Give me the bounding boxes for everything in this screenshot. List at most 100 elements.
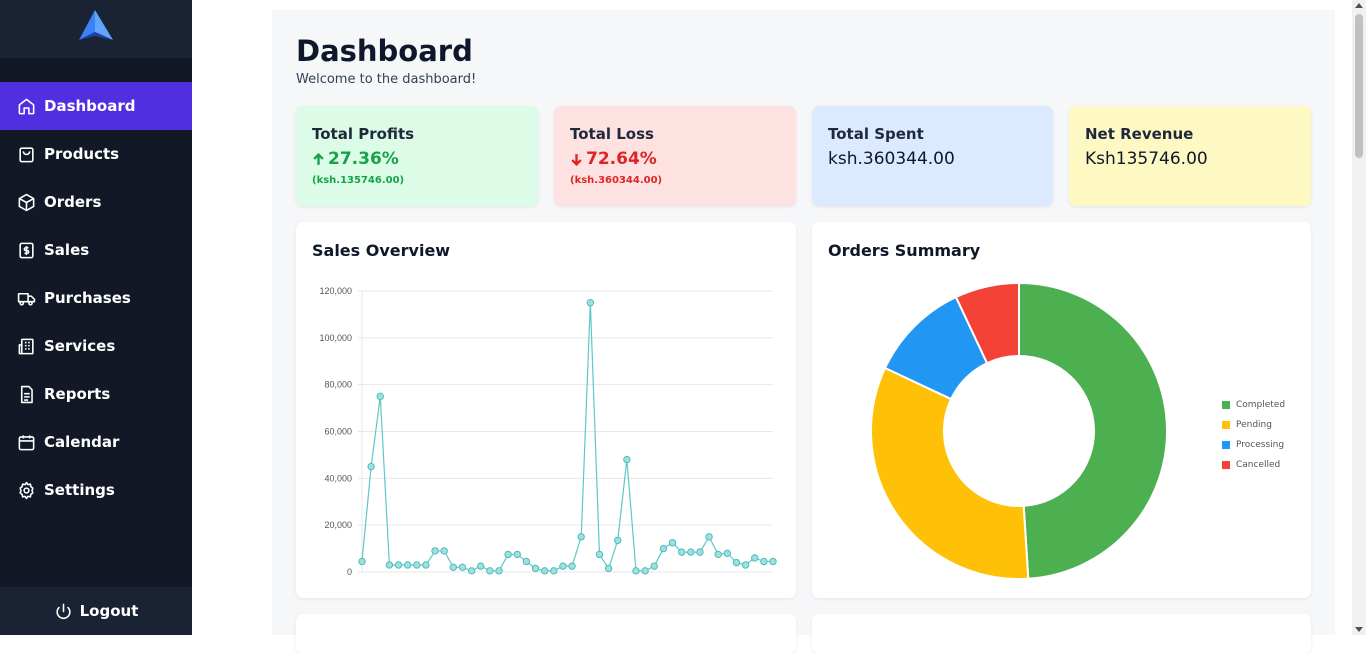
data-point <box>577 533 585 541</box>
bottom-panel-left <box>296 614 796 654</box>
data-point <box>650 562 658 570</box>
data-point <box>559 562 567 570</box>
data-point <box>668 539 677 547</box>
stat-value: Ksh135746.00 <box>1085 149 1208 169</box>
legend-item[interactable]: Cancelled <box>1222 455 1285 475</box>
legend-swatch <box>1222 461 1230 469</box>
legend-swatch <box>1222 421 1230 429</box>
data-point <box>696 548 704 556</box>
data-point <box>723 549 732 557</box>
data-point <box>632 567 640 575</box>
data-point <box>513 550 521 559</box>
data-point <box>677 548 686 556</box>
stat-title: Net Revenue <box>1085 125 1194 143</box>
data-point <box>449 563 458 572</box>
legend-swatch <box>1222 441 1230 449</box>
sidebar: Dashboard Products Orders Sales Purchase… <box>0 0 192 635</box>
legend-item[interactable]: Completed <box>1222 395 1285 415</box>
profit-percent: 27.36% <box>328 149 399 169</box>
sidebar-item-label: Orders <box>44 193 102 211</box>
data-point <box>477 562 485 570</box>
page-scrollbar[interactable] <box>1352 0 1366 635</box>
scroll-up-arrow-icon[interactable] <box>1355 3 1363 8</box>
y-tick-label: 120,000 <box>319 286 352 296</box>
data-point <box>769 557 777 566</box>
building-icon <box>18 338 34 354</box>
data-point <box>732 558 741 567</box>
y-tick-label: 20,000 <box>324 520 352 530</box>
data-point <box>540 567 549 575</box>
arrow-up-icon <box>313 152 324 165</box>
box-icon <box>18 193 35 211</box>
data-point <box>614 536 622 545</box>
logo-area <box>0 0 192 58</box>
scroll-down-arrow-icon[interactable] <box>1355 627 1363 632</box>
sidebar-item-sales[interactable]: Sales <box>0 226 192 274</box>
dollar-icon <box>19 242 34 258</box>
stat-title: Total Spent <box>828 125 924 143</box>
data-point <box>623 455 631 464</box>
sidebar-item-label: Services <box>44 337 116 355</box>
data-point <box>568 562 576 570</box>
data-point <box>367 462 375 471</box>
arrow-down-icon <box>571 153 582 166</box>
data-point <box>687 548 695 556</box>
chart-legend: Completed Pending Processing Cancelled <box>1222 395 1285 475</box>
stat-card-loss: Total Loss 72.64% (ksh.360344.00) <box>554 106 796 206</box>
stat-value: 72.64% <box>570 149 657 169</box>
sidebar-item-services[interactable]: Services <box>0 322 192 370</box>
legend-label: Processing <box>1236 440 1285 450</box>
data-point <box>358 557 366 566</box>
sidebar-item-settings[interactable]: Settings <box>0 466 192 514</box>
legend-item[interactable]: Pending <box>1222 415 1285 435</box>
legend-swatch <box>1222 401 1230 409</box>
data-point <box>385 561 394 569</box>
home-icon <box>18 98 35 114</box>
data-point <box>595 550 604 559</box>
data-point <box>751 554 759 562</box>
data-point <box>403 561 412 569</box>
sidebar-item-label: Calendar <box>44 433 120 451</box>
sidebar-item-orders[interactable]: Orders <box>0 178 192 226</box>
logo-icon[interactable] <box>77 10 115 42</box>
data-point <box>531 564 540 573</box>
sidebar-item-label: Purchases <box>44 289 131 307</box>
truck-icon <box>17 292 36 306</box>
sales-series-line <box>361 302 773 572</box>
data-point <box>486 567 494 575</box>
loss-amount: (ksh.360344.00) <box>570 175 663 186</box>
sidebar-item-calendar[interactable]: Calendar <box>0 418 192 466</box>
file-icon <box>20 385 33 403</box>
calendar-icon <box>18 434 35 450</box>
data-point <box>714 550 722 559</box>
shopping-bag-icon <box>19 146 34 162</box>
data-point <box>413 561 421 569</box>
sidebar-item-label: Sales <box>44 241 90 259</box>
y-tick-label: 60,000 <box>324 427 352 437</box>
data-point <box>458 563 467 572</box>
power-icon <box>56 603 71 619</box>
data-point <box>422 561 430 569</box>
y-tick-label: 0 <box>347 567 352 577</box>
sidebar-item-products[interactable]: Products <box>0 130 192 178</box>
data-point <box>394 561 403 569</box>
sidebar-item-purchases[interactable]: Purchases <box>0 274 192 322</box>
legend-label: Cancelled <box>1236 460 1281 470</box>
sidebar-item-reports[interactable]: Reports <box>0 370 192 418</box>
y-tick-label: 80,000 <box>324 380 352 390</box>
scroll-thumb[interactable] <box>1355 14 1363 158</box>
logout-button[interactable]: Logout <box>0 587 192 635</box>
stat-title: Total Profits <box>312 125 415 143</box>
sidebar-nav: Dashboard Products Orders Sales Purchase… <box>0 82 192 514</box>
loss-percent: 72.64% <box>586 149 657 169</box>
legend-item[interactable]: Processing <box>1222 435 1285 455</box>
sidebar-item-dashboard[interactable]: Dashboard <box>0 82 192 130</box>
data-point <box>504 550 512 559</box>
data-point <box>604 564 613 573</box>
data-point <box>440 547 448 555</box>
stat-value: ksh.360344.00 <box>828 149 955 169</box>
stat-value: 27.36% <box>312 149 399 169</box>
stat-card-profits: Total Profits 27.36% (ksh.135746.00) <box>296 106 538 206</box>
sales-overview-panel: Sales Overview 0 20,000 40,000 60,000 80,000… <box>296 222 796 598</box>
y-tick-label: 100,000 <box>319 333 352 343</box>
